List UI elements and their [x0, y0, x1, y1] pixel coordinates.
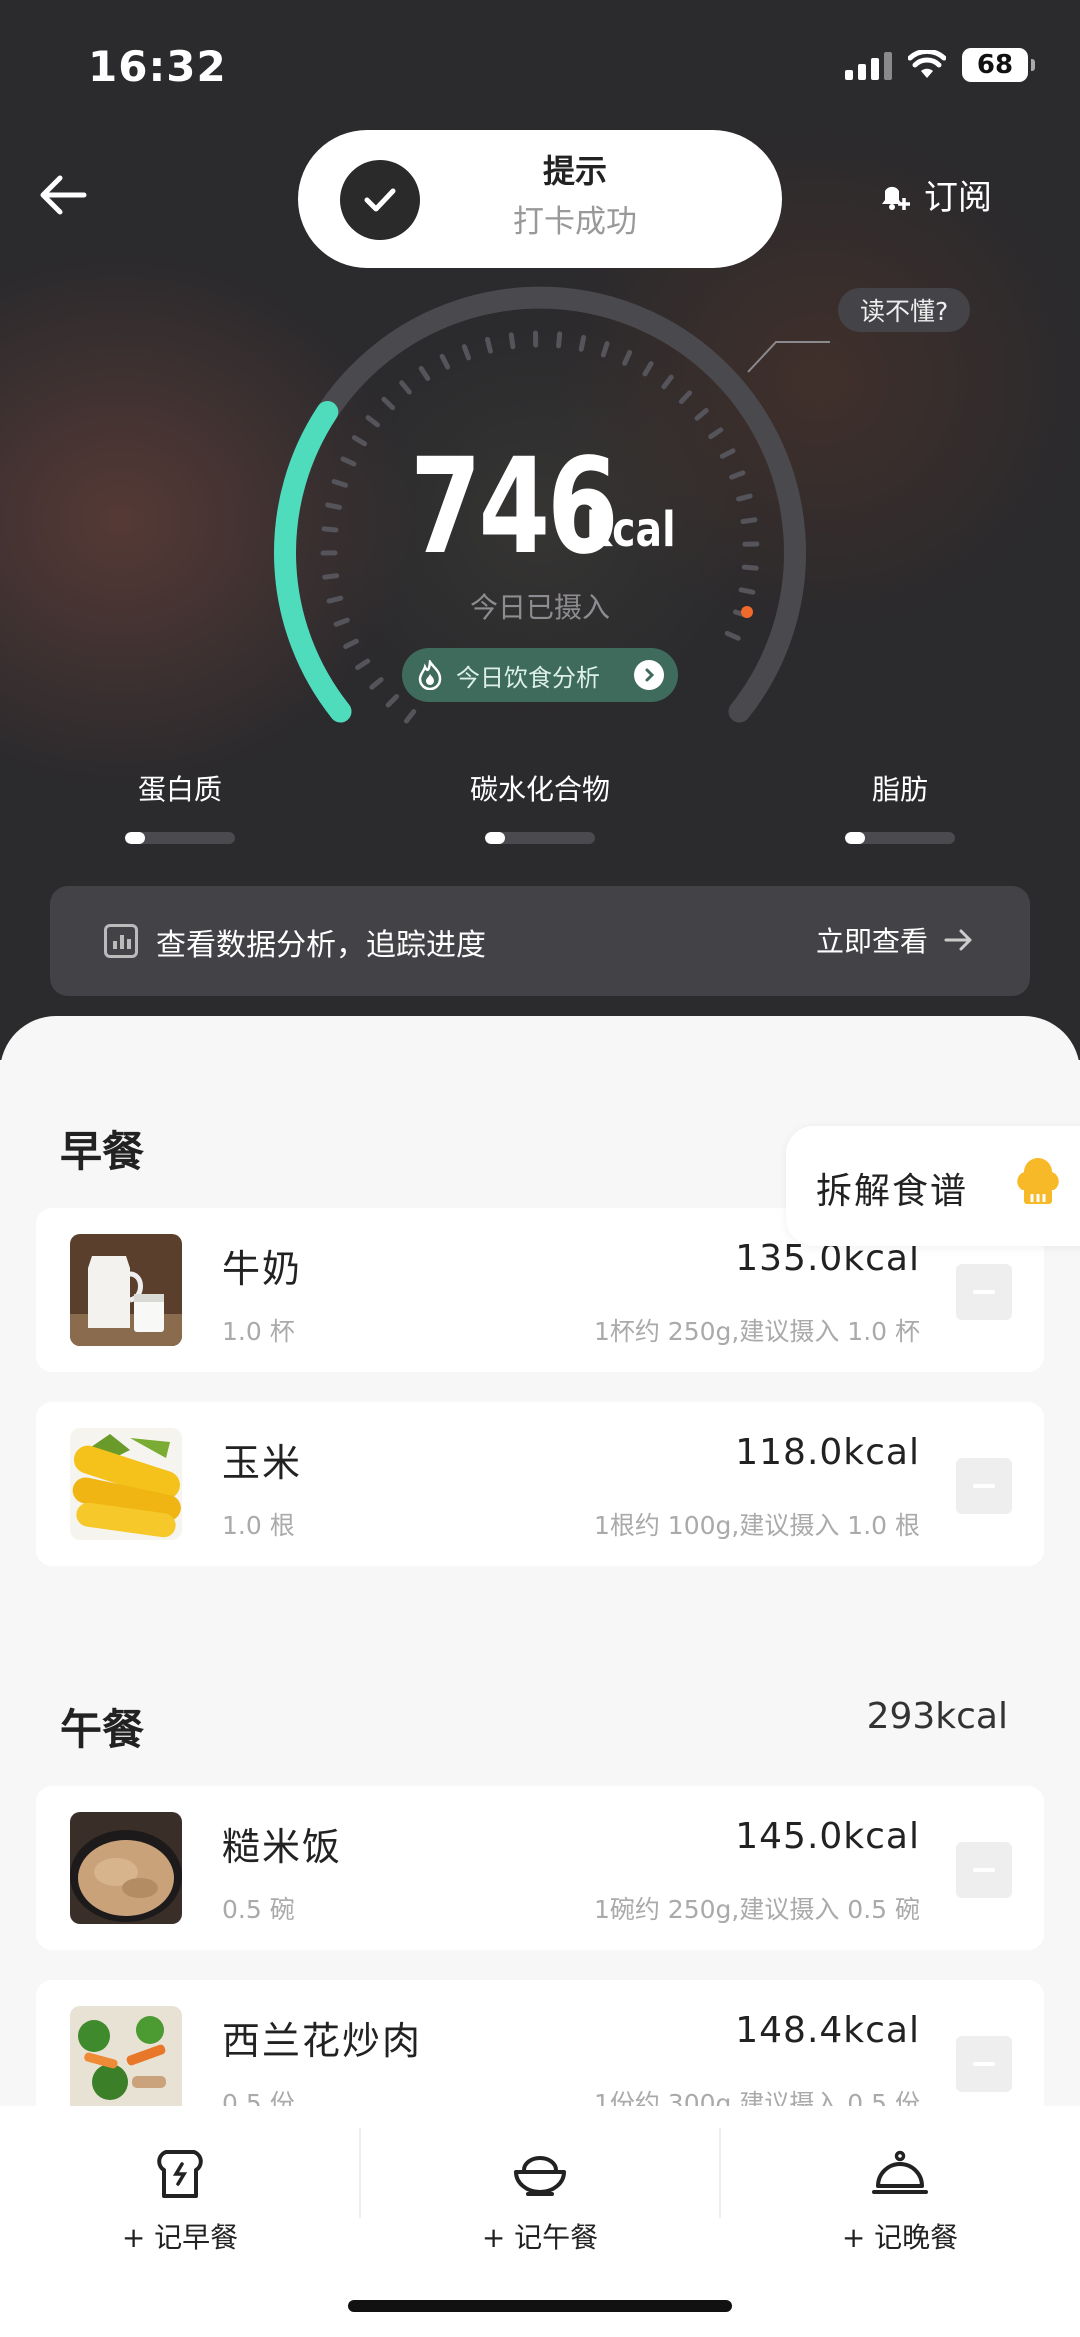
recipe-breakdown-label: 拆解食谱	[816, 1171, 969, 1212]
gauge-tick	[461, 344, 472, 361]
gauge-tick	[724, 630, 741, 641]
view-now-label: 立即查看	[815, 925, 928, 958]
gauge-tick	[678, 390, 693, 405]
food-name: 玉米	[222, 1441, 303, 1485]
gauge-tick	[343, 638, 359, 649]
toast-title: 提示	[542, 152, 607, 190]
food-calories: 118.0kcal	[735, 1432, 920, 1473]
food-quantity: 0.5 碗	[222, 1895, 295, 1924]
food-name: 西兰花炒肉	[222, 2019, 423, 2063]
gauge-tick	[385, 693, 400, 708]
gauge-tick	[556, 331, 563, 349]
gauge-tick	[622, 349, 633, 366]
bar-chart-icon	[104, 924, 138, 958]
food-calories: 148.4kcal	[735, 2010, 920, 2051]
gauge-tick	[381, 396, 396, 411]
remove-food-button[interactable]	[956, 1458, 1012, 1514]
gauge-tick	[661, 374, 674, 390]
gauge-tick	[369, 677, 384, 690]
recipe-breakdown-button[interactable]: 拆解食谱	[786, 1126, 1080, 1246]
intake-unit: kcal	[586, 502, 676, 558]
food-quantity: 1.0 根	[222, 1511, 295, 1540]
success-toast: 提示 打卡成功	[298, 130, 782, 268]
macro-progress-bar	[125, 832, 235, 844]
food-name: 牛奶	[222, 1247, 303, 1291]
macro-progress-bar	[485, 832, 595, 844]
macro-label: 脂肪	[871, 773, 928, 806]
view-now-link[interactable]: 立即查看	[816, 920, 974, 960]
food-serving-hint: 1根约 100g,建议摄入 1.0 根	[593, 1511, 920, 1540]
food-serving-hint: 1碗约 250g,建议摄入 0.5 碗	[593, 1895, 920, 1924]
log-breakfast-button[interactable]: + 记早餐	[0, 2124, 360, 2256]
gauge-tick	[740, 517, 758, 524]
gauge-tick	[325, 502, 342, 510]
remove-food-button[interactable]	[956, 2036, 1012, 2092]
gauge-tick	[355, 658, 371, 671]
log-dinner-label: + 记晚餐	[841, 2221, 959, 2254]
log-dinner-button[interactable]: + 记晚餐	[720, 2124, 1080, 2256]
macro-carbs: 碳水化合物	[440, 768, 640, 844]
intake-label: 今日已摄入	[469, 591, 610, 624]
broccoli-pork-image	[70, 2006, 182, 2118]
macro-fat: 脂肪	[800, 768, 1000, 844]
flame-icon	[418, 660, 442, 690]
food-quantity: 1.0 杯	[222, 1317, 295, 1346]
data-analysis-banner[interactable]: 查看数据分析，追踪进度 立即查看	[50, 886, 1030, 996]
toast-message: 打卡成功	[513, 204, 637, 240]
gauge-tick	[729, 470, 746, 480]
gauge-tick	[578, 334, 587, 352]
lunch-title: 午餐	[60, 1705, 145, 1754]
rice-bowl-icon	[514, 2156, 566, 2196]
diet-analysis-label: 今日饮食分析	[456, 663, 600, 692]
remove-food-button[interactable]	[956, 1842, 1012, 1898]
food-item-brown-rice[interactable]: 糙米饭 0.5 碗 145.0kcal 1碗约 250g,建议摄入 0.5 碗	[36, 1786, 1044, 1950]
log-lunch-button[interactable]: + 记午餐	[360, 2124, 720, 2256]
check-icon	[340, 160, 420, 240]
diet-analysis-button[interactable]: 今日饮食分析	[402, 648, 678, 702]
arrow-right-icon	[944, 929, 972, 951]
gauge-tick	[694, 408, 709, 421]
food-serving-hint: 1杯约 250g,建议摄入 1.0 杯	[593, 1317, 920, 1346]
food-item-corn[interactable]: 玉米 1.0 根 118.0kcal 1根约 100g,建议摄入 1.0 根	[36, 1402, 1044, 1566]
gauge-tick	[321, 526, 339, 533]
brown-rice-image	[70, 1812, 182, 1924]
food-calories: 145.0kcal	[735, 1816, 920, 1857]
gauge-tick	[439, 353, 451, 370]
gauge-tick	[719, 448, 736, 459]
gauge-tick	[351, 435, 368, 447]
gauge-tick	[600, 341, 610, 358]
intake-value: 746	[410, 430, 619, 584]
gauge-tick	[399, 380, 412, 395]
remove-food-button[interactable]	[956, 1264, 1012, 1320]
gauge-tick	[485, 336, 493, 354]
corn-image	[70, 1428, 182, 1540]
gauge-tick	[403, 709, 417, 724]
chevron-right-icon	[634, 660, 664, 690]
gauge-tick	[418, 365, 431, 381]
banner-text: 查看数据分析，追踪进度	[156, 928, 486, 963]
gauge-tick	[331, 479, 348, 488]
breakfast-title: 早餐	[60, 1127, 145, 1176]
home-indicator	[348, 2300, 732, 2312]
macro-label: 蛋白质	[137, 773, 222, 806]
gauge-tick	[508, 332, 516, 350]
food-name: 糙米饭	[222, 1825, 343, 1869]
cloche-icon	[872, 2150, 928, 2194]
gauge-tick	[642, 361, 654, 377]
gauge-tick	[708, 427, 724, 440]
toast-bread-icon	[157, 2150, 203, 2198]
log-lunch-label: + 记午餐	[481, 2221, 599, 2254]
macro-label: 碳水化合物	[469, 773, 610, 806]
gauge-tick	[322, 573, 340, 580]
gauge-tick	[365, 415, 381, 428]
macro-protein: 蛋白质	[80, 768, 280, 844]
gauge-tick	[340, 456, 357, 467]
milk-image	[70, 1234, 182, 1346]
macro-progress-bar	[845, 832, 955, 844]
gauge-tick	[736, 493, 753, 502]
log-breakfast-label: + 记早餐	[121, 2221, 239, 2254]
gauge-tick	[741, 564, 759, 571]
chef-hat-icon	[1017, 1158, 1059, 1204]
lunch-total: 293kcal	[866, 1696, 1008, 1737]
